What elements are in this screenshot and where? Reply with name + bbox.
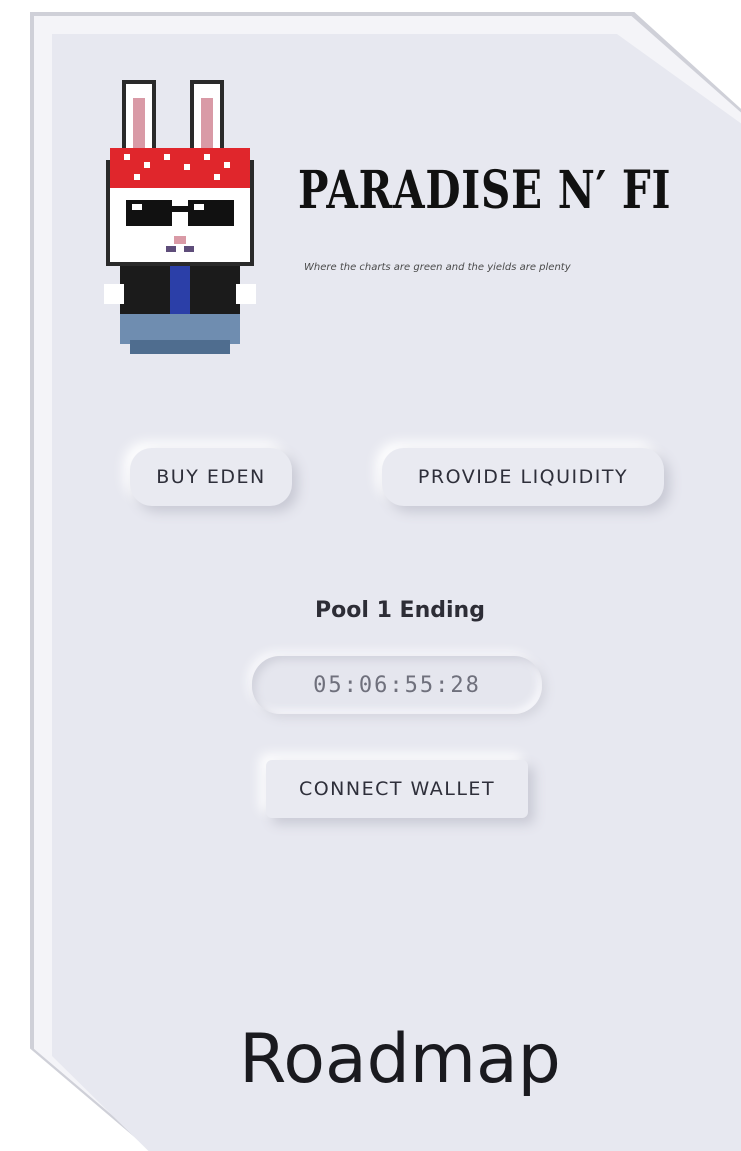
pool-ending-label: Pool 1 Ending [315,598,485,623]
provide-liquidity-button[interactable]: PROVIDE LIQUIDITY [382,448,664,506]
brand-tagline: Where the charts are green and the yield… [304,262,571,273]
roadmap-heading: Roadmap [239,1020,561,1099]
brand-title: PARADISE N′ FI [298,160,672,221]
pool-countdown: 05:06:55:28 [252,656,542,714]
pixel-bunny-mascot-icon [104,80,256,354]
buy-eden-button[interactable]: BUY EDEN [130,448,292,506]
connect-wallet-button[interactable]: CONNECT WALLET [266,760,528,818]
page: PARADISE N′ FI Where the charts are gree… [0,0,741,1151]
